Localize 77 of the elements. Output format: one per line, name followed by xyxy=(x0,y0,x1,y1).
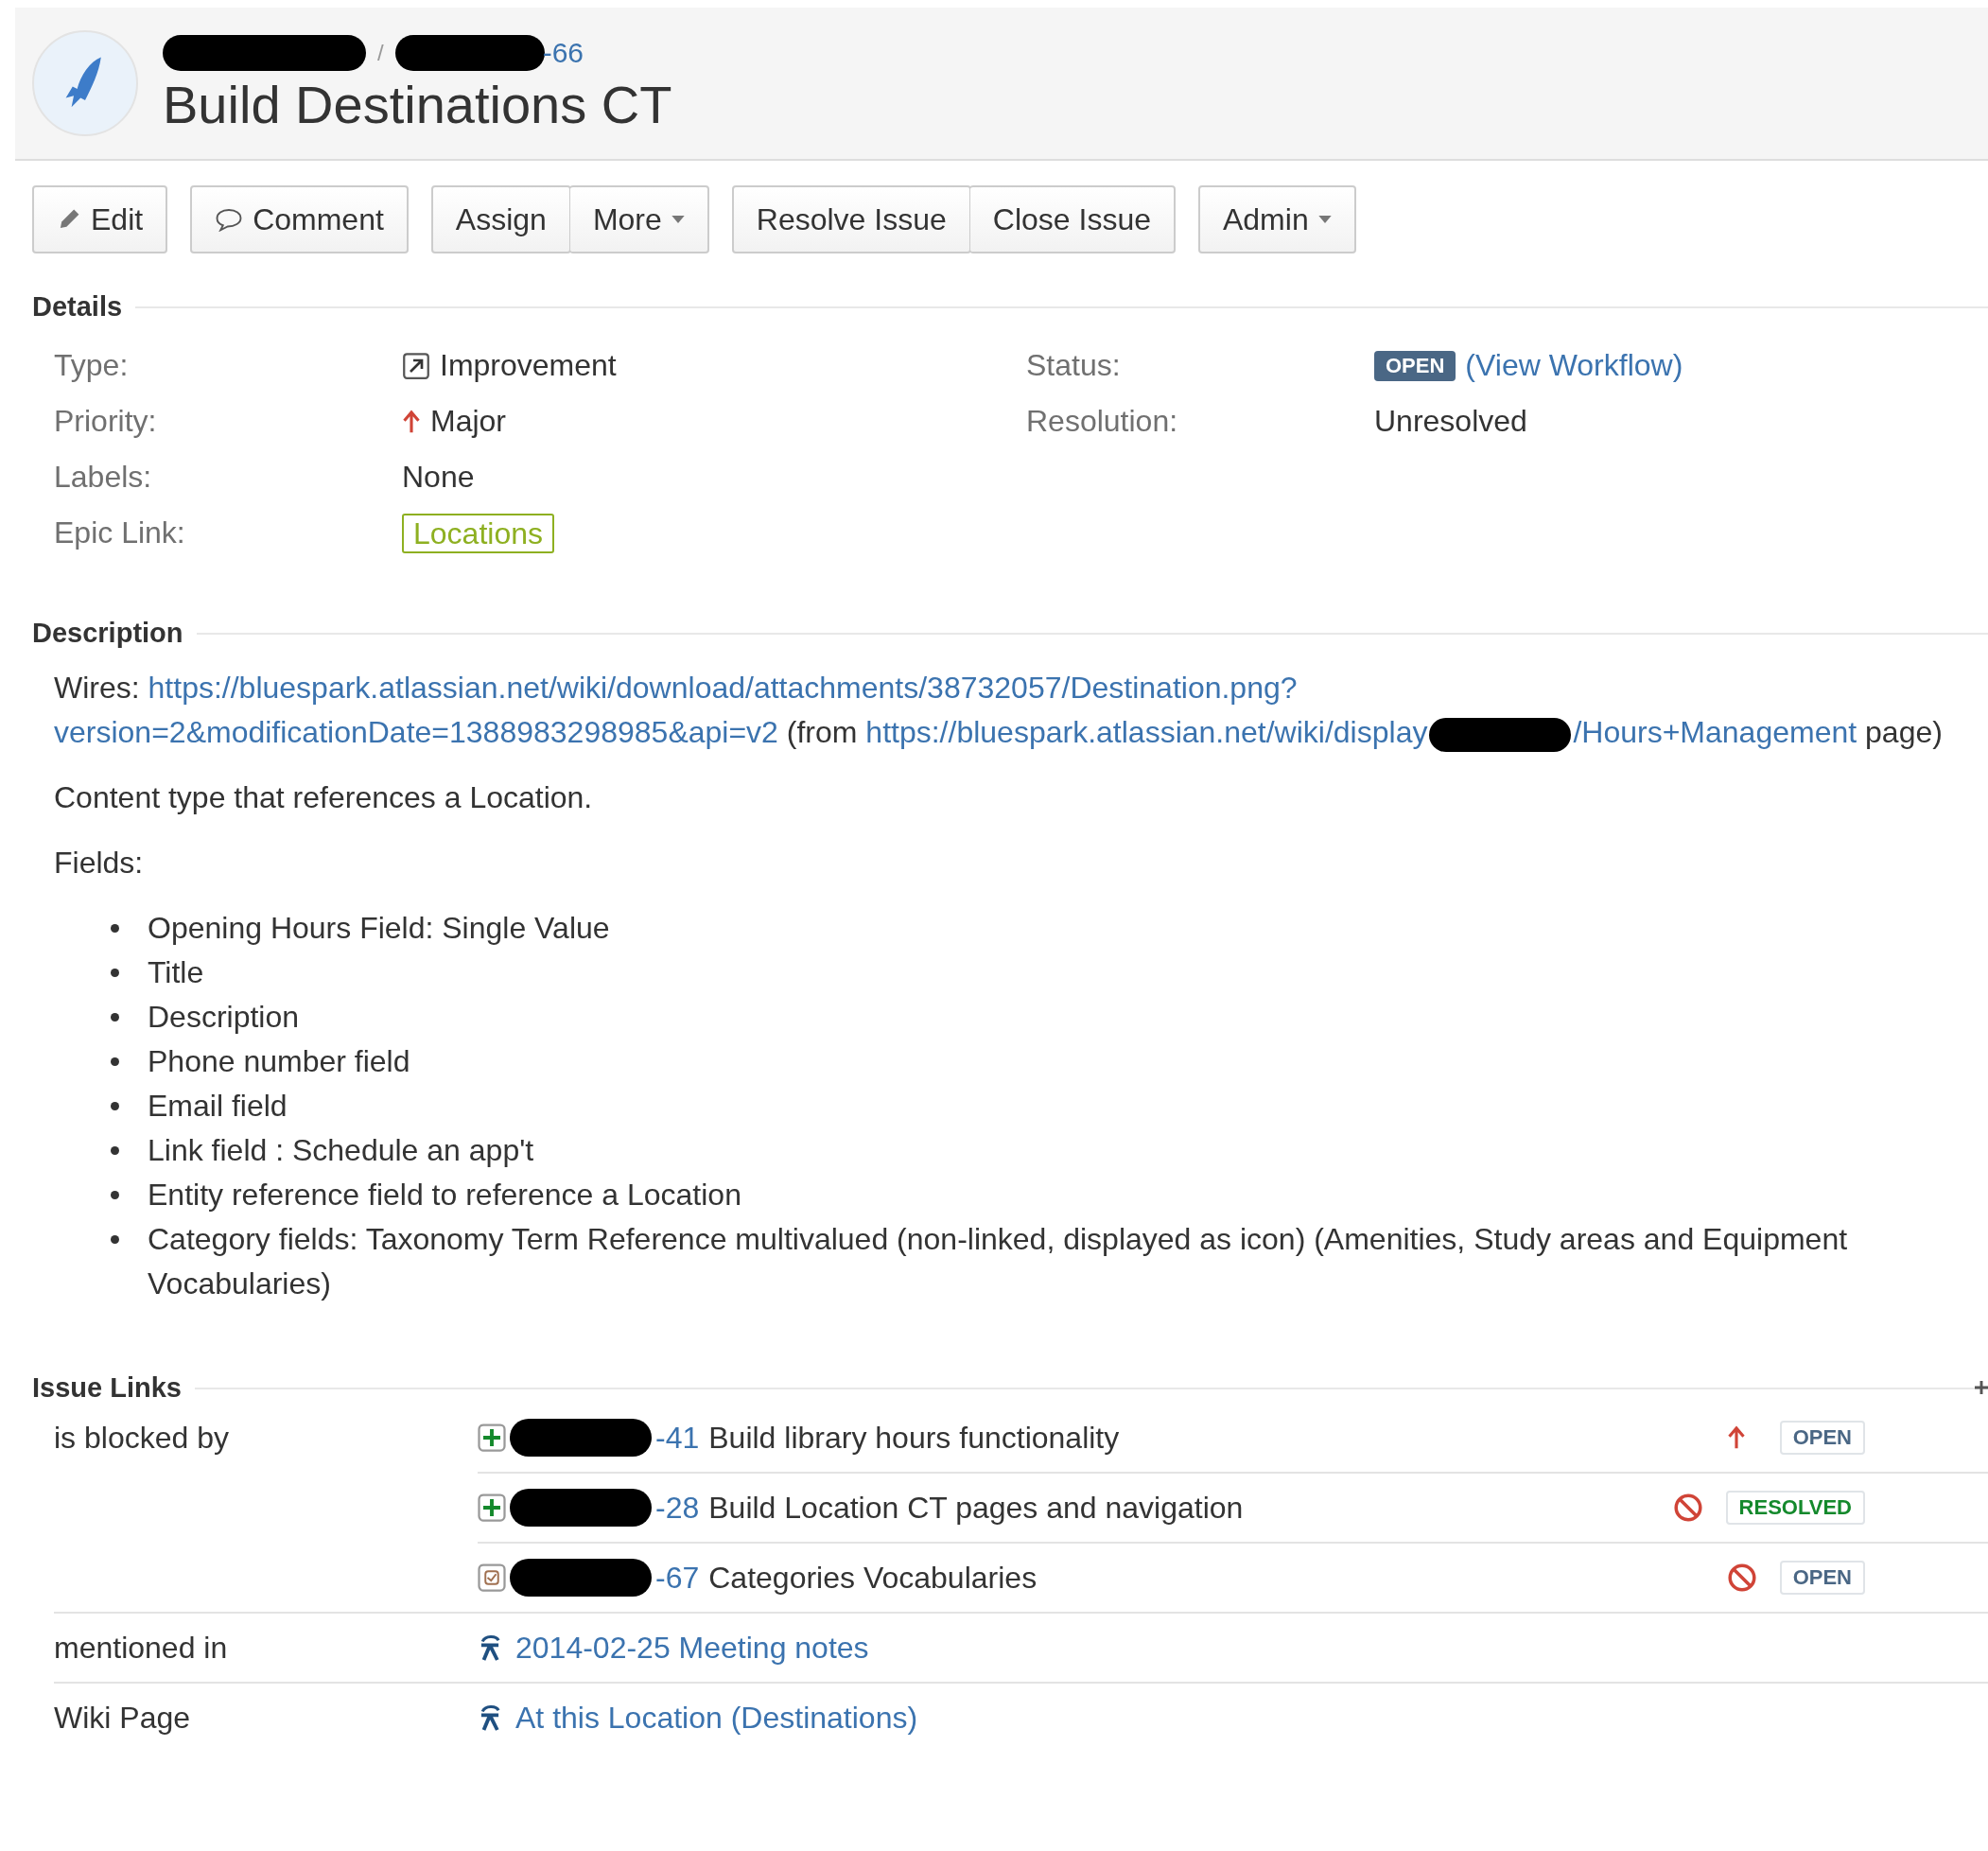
field-value: Major xyxy=(430,404,506,439)
url-link[interactable]: version=2&modificationDate=1388983298985&api=v2 xyxy=(54,715,778,749)
up-arrow-icon xyxy=(1726,1425,1746,1450)
bullet-icon xyxy=(111,1013,119,1022)
url-link[interactable]: https://bluespark.atlassian.net/wiki/download/attachments/38732057/Destination.png? xyxy=(148,671,1298,705)
list-item-text: Email field xyxy=(148,1088,288,1125)
plus-square-icon xyxy=(478,1493,506,1522)
wiki-page-link[interactable]: 2014-02-25 Meeting notes xyxy=(515,1630,869,1666)
field-value: None xyxy=(402,460,475,495)
bullet-icon xyxy=(111,1235,119,1244)
caret-icon xyxy=(671,216,685,223)
status-badge: OPEN xyxy=(1374,350,1456,381)
url-link[interactable]: /Hours+Management xyxy=(1573,715,1857,749)
issue-key-link[interactable]: -41 xyxy=(655,1420,700,1456)
wiki-page-link[interactable]: At this Location (Destinations) xyxy=(515,1700,918,1736)
breadcrumb-separator: / xyxy=(377,40,384,67)
toolbar-button[interactable]: More xyxy=(568,185,709,253)
section-heading: Details xyxy=(32,291,123,323)
field-label: Status: xyxy=(1026,348,1122,383)
toolbar-button[interactable]: Comment xyxy=(190,185,409,253)
checkbox-icon xyxy=(478,1563,506,1592)
up-arrow-icon xyxy=(402,409,421,434)
blocked-icon xyxy=(1726,1563,1757,1593)
view-workflow-link[interactable]: (View Workflow) xyxy=(1465,348,1683,383)
caret-icon xyxy=(1317,216,1332,223)
description-text: Wires: xyxy=(54,671,141,705)
bullet-icon xyxy=(111,1102,119,1110)
improvement-icon xyxy=(402,351,430,380)
issue-key-link[interactable]: -67 xyxy=(655,1560,700,1596)
field-value: Unresolved xyxy=(1374,404,1527,439)
list-item-text: Title xyxy=(148,954,204,991)
link-relation: is blocked by xyxy=(54,1420,230,1457)
issue-summary[interactable]: Build library hours functionality xyxy=(708,1420,1120,1456)
list-item-text: Phone number field xyxy=(148,1043,410,1080)
issue-summary[interactable]: Build Location CT pages and navigation xyxy=(708,1490,1244,1526)
list-item-text: Link field : Schedule an app't xyxy=(148,1132,534,1169)
field-label: Resolution: xyxy=(1026,404,1179,439)
field-label: Type: xyxy=(54,348,130,383)
description-text: (from xyxy=(785,715,859,749)
list-item-text: Category fields: Taxonomy Term Reference multivalued (non-linked, displayed as icon) (Amenities, Study areas and Equipment Vocabularies) xyxy=(148,1221,1849,1302)
description-text: Content type that references a Location. xyxy=(54,779,594,816)
list-item-text: Description xyxy=(148,999,300,1036)
bullet-icon xyxy=(111,1057,119,1066)
section-heading: Issue Links xyxy=(32,1372,182,1404)
epic-label[interactable]: Locations xyxy=(402,513,554,553)
plus-square-icon xyxy=(478,1423,506,1452)
toolbar-button[interactable]: Assign xyxy=(430,185,571,253)
issue-key-link[interactable]: -66 xyxy=(542,37,584,70)
toolbar-button[interactable]: Close Issue xyxy=(968,185,1176,253)
field-label: Labels: xyxy=(54,460,153,495)
url-link[interactable]: https://bluespark.atlassian.net/wiki/display xyxy=(865,715,1428,749)
blocked-icon xyxy=(1672,1493,1703,1523)
section-heading: Description xyxy=(32,618,183,649)
description-text: Fields: xyxy=(54,845,145,882)
issue-title: Build Destinations CT xyxy=(163,76,672,134)
speech-bubble-icon xyxy=(215,207,244,232)
description-text: page) xyxy=(1864,715,1943,749)
issue-key-link[interactable]: -28 xyxy=(655,1490,700,1526)
link-relation: Wiki Page xyxy=(54,1700,192,1737)
field-label: Priority: xyxy=(54,404,158,439)
list-item-text: Entity reference field to reference a Location xyxy=(148,1177,741,1214)
field-label: Epic Link: xyxy=(54,515,186,550)
field-value: Improvement xyxy=(440,348,617,383)
link-relation: mentioned in xyxy=(54,1630,229,1667)
bullet-icon xyxy=(111,924,119,933)
add-icon[interactable] xyxy=(1975,1380,1988,1395)
issue-summary[interactable]: Categories Vocabularies xyxy=(708,1560,1038,1596)
toolbar-button[interactable]: Resolve Issue xyxy=(731,185,971,253)
toolbar-button[interactable]: Admin xyxy=(1197,185,1356,253)
status-badge: RESOLVED xyxy=(1725,1491,1865,1525)
status-badge: OPEN xyxy=(1779,1561,1865,1595)
status-badge: OPEN xyxy=(1779,1421,1865,1455)
toolbar-button[interactable]: Edit xyxy=(32,185,168,253)
list-item-text: Opening Hours Field: Single Value xyxy=(148,910,610,947)
bullet-icon xyxy=(111,1191,119,1199)
bullet-icon xyxy=(111,969,119,977)
bullet-icon xyxy=(111,1146,119,1155)
